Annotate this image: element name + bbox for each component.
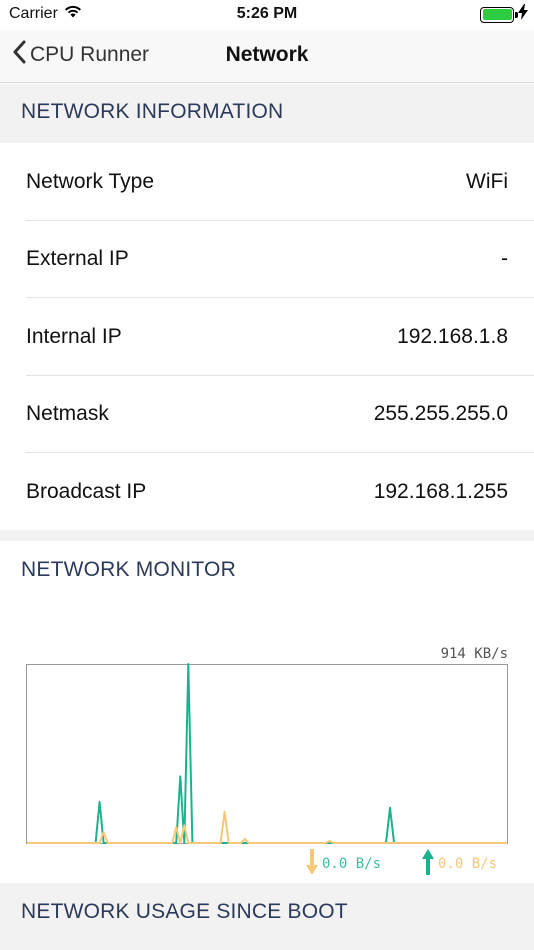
network-information-list: Network Type WiFi External IP - Internal… <box>0 143 534 531</box>
network-chart <box>26 620 508 844</box>
list-item-external-ip: External IP - <box>0 221 534 299</box>
upload-rate: 0.0 B/s <box>422 849 497 879</box>
page-title: Network <box>225 43 309 66</box>
battery-cap <box>515 11 518 18</box>
row-label: External IP <box>26 247 129 271</box>
battery-icon <box>480 6 518 23</box>
status-time: 5:26 PM <box>236 5 298 22</box>
row-value: 192.168.1.255 <box>373 479 508 503</box>
row-value: 255.255.255.0 <box>373 402 508 426</box>
list-item-internal-ip: Internal IP 192.168.1.8 <box>0 298 534 376</box>
status-right <box>480 4 528 25</box>
list-item-network-type: Network Type WiFi <box>0 143 534 221</box>
status-bar: Carrier 5:26 PM <box>0 0 534 30</box>
network-monitor-header: NETWORK MONITOR <box>21 558 236 581</box>
row-value: 192.168.1.8 <box>397 324 508 348</box>
network-usage-header: NETWORK USAGE SINCE BOOT <box>21 900 348 923</box>
battery-fill <box>482 9 512 20</box>
download-rate: 0.0 B/s <box>306 849 381 879</box>
network-chart-svg <box>26 663 508 844</box>
list-item-netmask: Netmask 255.255.255.0 <box>0 376 534 454</box>
row-label: Netmask <box>26 402 109 426</box>
arrow-down-icon <box>306 849 318 879</box>
download-rate-value: 0.0 B/s <box>322 856 382 872</box>
charging-bolt-icon <box>518 4 528 25</box>
chart-series-0 <box>27 663 507 844</box>
list-item-broadcast-ip: Broadcast IP 192.168.1.255 <box>0 453 534 531</box>
row-label: Internal IP <box>26 324 122 348</box>
upload-rate-value: 0.0 B/s <box>438 856 498 872</box>
row-label: Broadcast IP <box>26 479 147 503</box>
row-label: Network Type <box>26 169 154 193</box>
row-value: - <box>501 247 508 271</box>
navigation-bar: CPU Runner Network <box>0 30 534 83</box>
row-value: WiFi <box>466 169 508 193</box>
arrow-up-icon <box>422 849 434 879</box>
section-separator <box>0 530 534 541</box>
network-information-header: NETWORK INFORMATION <box>21 100 284 123</box>
